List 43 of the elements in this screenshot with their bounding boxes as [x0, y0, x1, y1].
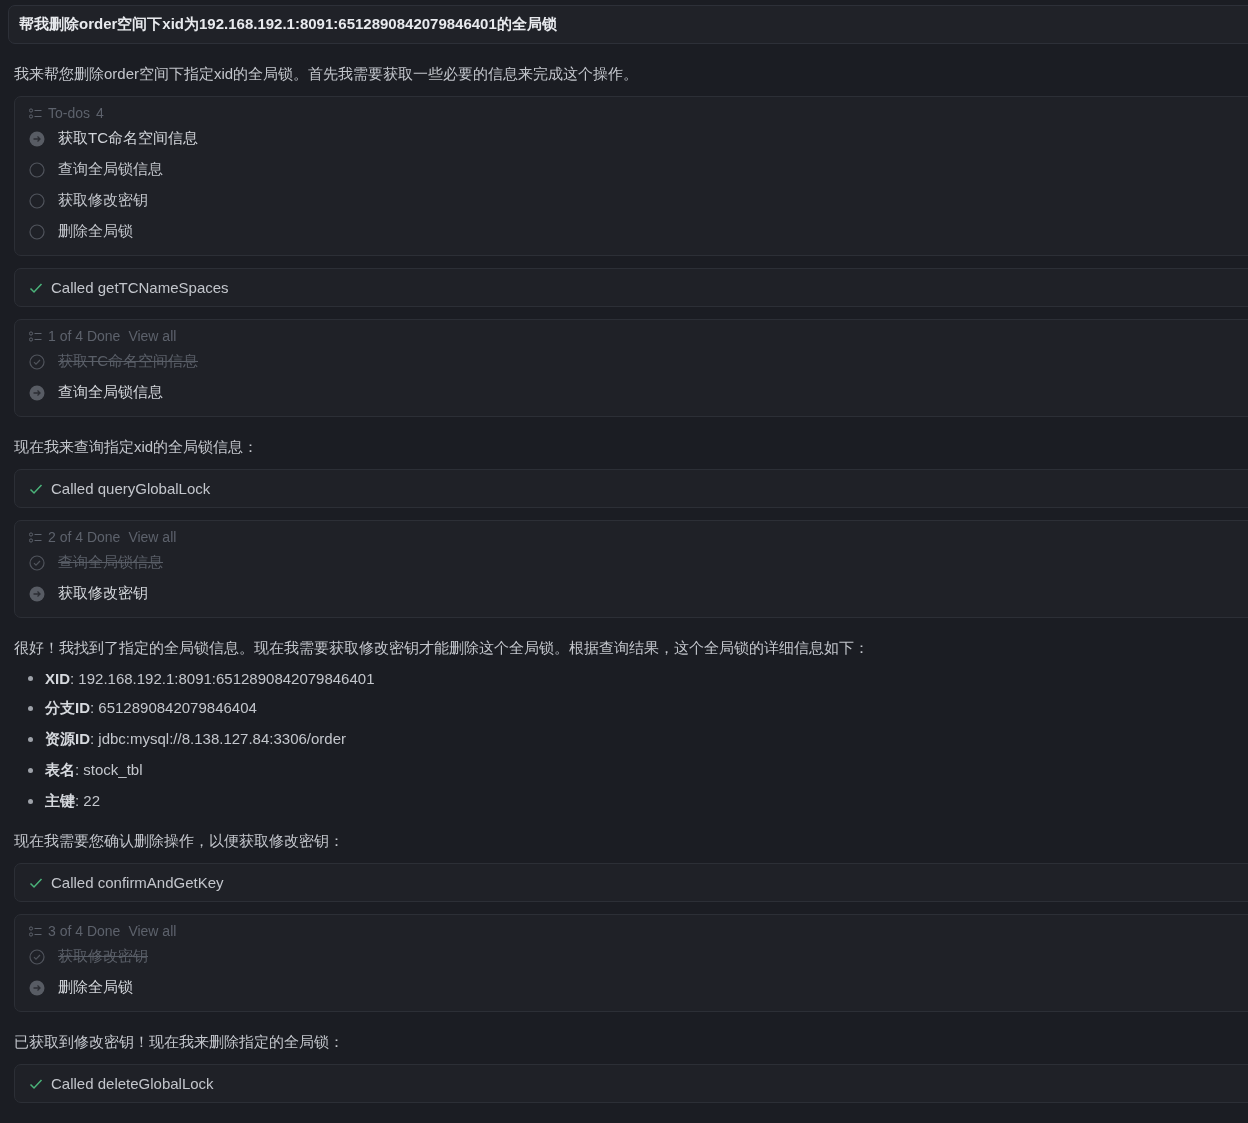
todo-item-label: 查询全局锁信息	[58, 383, 163, 402]
tool-call-card[interactable]: Called queryGlobalLock	[14, 469, 1248, 508]
assistant-text: 现在我需要您确认删除操作，以便获取修改密钥：	[13, 831, 345, 851]
detail-text: 主键: 22	[45, 792, 101, 811]
detail-text: 分支ID: 6512890842079846404	[45, 699, 257, 718]
tool-call-card[interactable]: Called getTCNameSpaces	[14, 268, 1248, 307]
bullet-icon	[28, 706, 33, 711]
detail-text: XID: 192.168.192.1:8091:6512890842079846401	[45, 670, 375, 687]
assistant-text: 已获取到修改密钥！现在我来删除指定的全局锁：	[13, 1032, 345, 1052]
tool-call-label: Called getTCNameSpaces	[51, 279, 229, 296]
tool-call-label: Called confirmAndGetKey	[51, 874, 224, 891]
todo-item-label: 获取修改密钥	[58, 947, 148, 966]
todo-count: 4	[96, 105, 104, 121]
todo-item-label: 获取修改密钥	[58, 191, 148, 210]
list-icon	[29, 531, 42, 543]
detail-text: 资源ID: jdbc:mysql://8.138.127.84:3306/order	[45, 730, 346, 749]
user-message: 帮我删除order空间下xid为192.168.192.1:8091:6512890842079846401的全局锁	[8, 5, 1248, 44]
bullet-icon	[28, 799, 33, 804]
todo-item-label: 获取TC命名空间信息	[58, 129, 198, 148]
todo-title: 1 of 4 Done	[48, 328, 121, 344]
tool-call-card[interactable]: Called deleteGlobalLock	[14, 1064, 1248, 1103]
todo-item-label: 查询全局锁信息	[58, 160, 163, 179]
bullet-icon	[28, 737, 33, 742]
todo-title: 2 of 4 Done	[48, 529, 121, 545]
tool-call-label: Called deleteGlobalLock	[51, 1075, 214, 1092]
assistant-text: 我来帮您删除order空间下指定xid的全局锁。首先我需要获取一些必要的信息来完成这个操作。	[13, 64, 640, 84]
list-icon	[29, 925, 42, 937]
tool-call-card[interactable]: Called confirmAndGetKey	[14, 863, 1248, 902]
detail-text: 表名: stock_tbl	[45, 761, 143, 780]
tool-call-label: Called queryGlobalLock	[51, 480, 211, 497]
bullet-icon	[28, 768, 33, 773]
todo-item-label: 删除全局锁	[58, 978, 133, 997]
todo-title: 3 of 4 Done	[48, 923, 121, 939]
assistant-text: 很好！我找到了指定的全局锁信息。现在我需要获取修改密钥才能删除这个全局锁。根据查询结果，这个全局锁的详细信息如下：	[13, 638, 870, 658]
todo-item-label: 获取修改密钥	[58, 584, 148, 603]
todo-item-label: 查询全局锁信息	[58, 553, 163, 572]
todo-item-label: 删除全局锁	[58, 222, 133, 241]
todo-title: To-dos	[48, 105, 91, 121]
bullet-icon	[28, 676, 33, 681]
list-icon	[29, 330, 42, 342]
todo-item-label: 获取TC命名空间信息	[58, 352, 198, 371]
assistant-text: 现在我来查询指定xid的全局锁信息：	[13, 437, 260, 457]
list-icon	[29, 107, 42, 119]
